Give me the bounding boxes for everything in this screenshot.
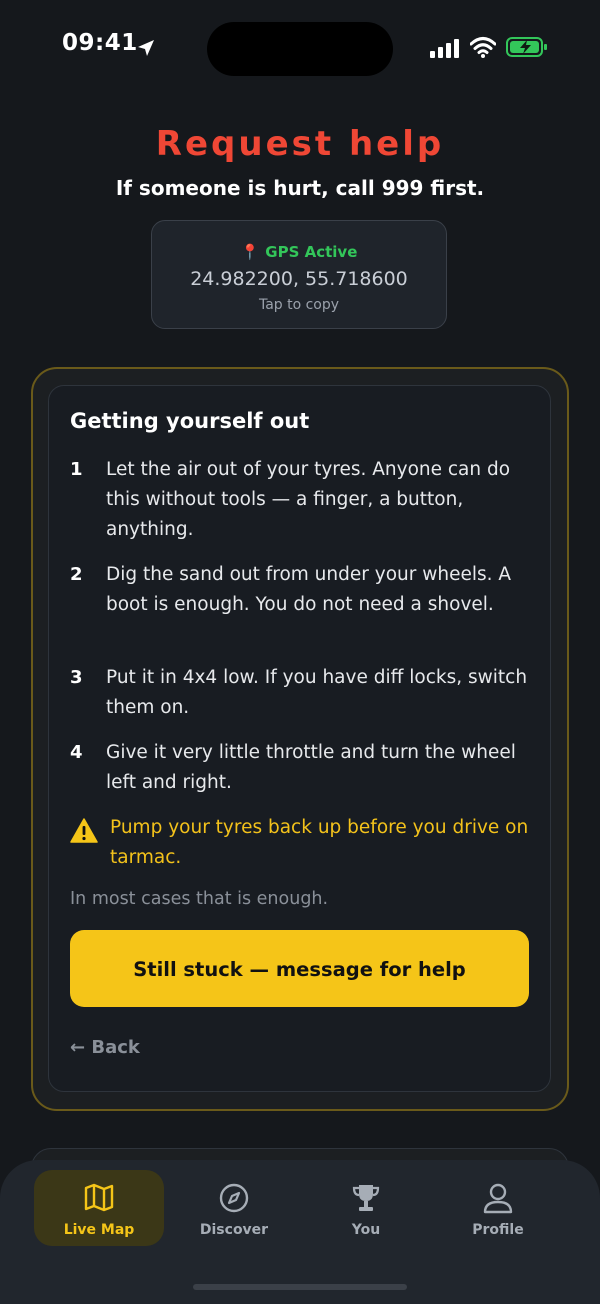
compass-icon — [219, 1183, 249, 1213]
emergency-subtitle: If someone is hurt, call 999 first. — [115, 176, 485, 200]
gps-status: 📍 GPS Active — [152, 243, 446, 261]
pin-icon: 📍 — [240, 243, 260, 261]
guide-title: Getting yourself out — [70, 409, 310, 433]
step-text: Put it in 4x4 low. If you have diff lock… — [106, 667, 528, 718]
tab-discover[interactable]: Discover — [169, 1170, 299, 1246]
tab-you[interactable]: You — [301, 1170, 431, 1246]
tab-live-map[interactable]: Live Map — [34, 1170, 164, 1246]
guide-note: In most cases that is enough. — [70, 889, 329, 909]
step-number: 4 — [70, 742, 83, 763]
step-number: 2 — [70, 564, 83, 585]
copy-hint: Tap to copy — [258, 297, 340, 313]
battery-charging-icon — [506, 37, 547, 57]
warning-icon — [70, 818, 98, 843]
status-bar: 09:41 — [0, 0, 600, 96]
gps-location-card[interactable]: 📍 GPS Active 24.982200, 55.718600 Tap to … — [151, 220, 447, 329]
home-indicator[interactable] — [193, 1284, 407, 1290]
user-icon — [483, 1183, 513, 1214]
trophy-icon — [352, 1185, 380, 1211]
step-number: 3 — [70, 667, 83, 688]
status-time: 09:41 — [62, 30, 138, 56]
step-text: Let the air out of your tyres. Anyone ca… — [106, 459, 511, 540]
cellular-signal-icon — [430, 39, 459, 58]
step-text: Give it very little throttle and turn th… — [106, 742, 516, 793]
location-arrow-icon — [138, 40, 154, 56]
gps-status-label: GPS Active — [265, 243, 358, 261]
warning-text: Pump your tyres back up before you drive… — [110, 817, 529, 868]
dynamic-island — [207, 22, 393, 76]
step-number: 1 — [70, 459, 83, 480]
tab-label: Profile — [472, 1222, 524, 1238]
page-title: Request help — [155, 124, 445, 164]
message-for-help-button[interactable]: Still stuck — message for help — [70, 930, 529, 1007]
wifi-icon — [470, 37, 496, 58]
tab-label: You — [351, 1222, 381, 1238]
gps-coordinates: 24.982200, 55.718600 — [190, 268, 408, 290]
tab-profile[interactable]: Profile — [433, 1170, 563, 1246]
step-text: Dig the sand out from under your wheels.… — [106, 564, 512, 615]
tab-label: Live Map — [63, 1222, 135, 1238]
map-icon — [84, 1183, 114, 1212]
back-link[interactable]: ← Back — [70, 1037, 140, 1058]
tab-label: Discover — [199, 1222, 269, 1238]
